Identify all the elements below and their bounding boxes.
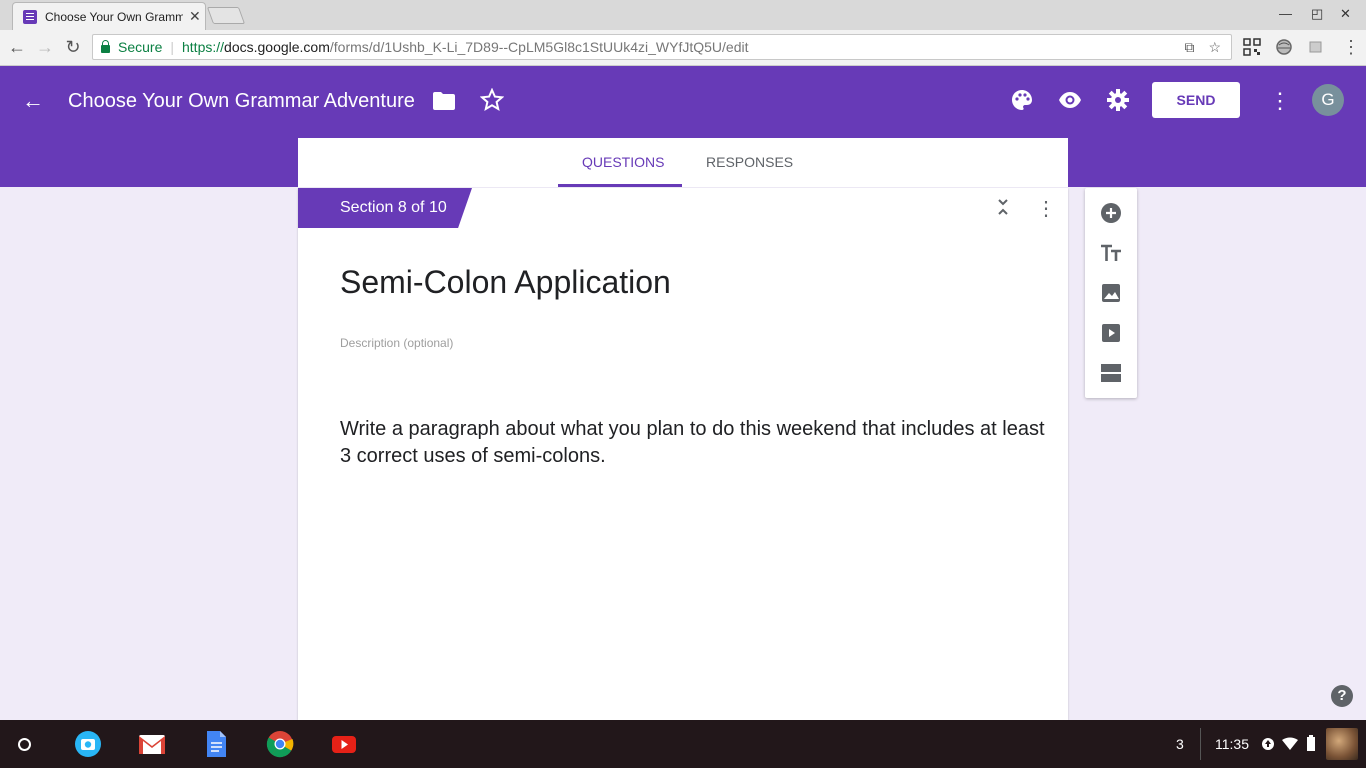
back-arrow-icon[interactable]: ← bbox=[22, 88, 44, 114]
tray-divider bbox=[1200, 728, 1201, 760]
popup-blocked-icon[interactable]: ⧉ bbox=[1185, 39, 1195, 55]
tab-title: Choose Your Own Gramm bbox=[45, 9, 183, 24]
section-card: Section 8 of 10 ⋮ Semi-Colon Application… bbox=[298, 188, 1068, 720]
omnibox-divider: | bbox=[170, 39, 174, 55]
url-domain: docs.google.com bbox=[224, 39, 330, 55]
address-bar[interactable]: Secure | https:// docs.google.com /forms… bbox=[92, 34, 1232, 60]
chrome-menu-icon[interactable]: ⋮ bbox=[1340, 37, 1362, 58]
forms-favicon-icon bbox=[23, 9, 37, 24]
omnibox-actions: ⧉ ☆ bbox=[1185, 39, 1221, 56]
lock-icon bbox=[101, 40, 110, 53]
puzzle-extension-icon[interactable] bbox=[1307, 38, 1325, 56]
bookmark-star-icon[interactable]: ☆ bbox=[1208, 39, 1221, 55]
form-title[interactable]: Choose Your Own Grammar Adventure bbox=[68, 90, 415, 113]
folder-icon[interactable] bbox=[432, 90, 456, 112]
browser-tab[interactable]: Choose Your Own Gramm ✕ bbox=[12, 2, 206, 30]
section-text: Write a paragraph about what you plan to… bbox=[340, 418, 1045, 467]
chrome-icon[interactable] bbox=[266, 730, 294, 758]
add-video-icon[interactable] bbox=[1099, 321, 1123, 345]
secure-label: Secure bbox=[118, 39, 163, 55]
battery-icon bbox=[1307, 735, 1315, 751]
user-avatar[interactable] bbox=[1326, 728, 1358, 760]
add-image-icon[interactable] bbox=[1099, 281, 1123, 305]
add-title-icon[interactable] bbox=[1099, 241, 1123, 265]
star-icon[interactable] bbox=[480, 88, 504, 112]
add-question-icon[interactable] bbox=[1099, 201, 1123, 225]
gmail-icon[interactable] bbox=[138, 730, 166, 758]
section-label: Section 8 of 10 bbox=[298, 188, 472, 228]
docs-icon[interactable] bbox=[202, 730, 230, 758]
preview-eye-icon[interactable] bbox=[1058, 88, 1082, 112]
forward-icon[interactable]: → bbox=[34, 37, 56, 58]
wifi-icon bbox=[1282, 737, 1298, 750]
avatar[interactable]: G bbox=[1312, 84, 1344, 116]
collapse-section-icon[interactable] bbox=[996, 198, 1010, 216]
palette-icon[interactable] bbox=[1010, 88, 1034, 112]
settings-gear-icon[interactable] bbox=[1106, 88, 1130, 112]
add-section-icon[interactable] bbox=[1099, 361, 1123, 385]
active-tab-indicator bbox=[558, 184, 682, 187]
tab-responses[interactable]: RESPONSES bbox=[706, 154, 793, 170]
tab-questions[interactable]: QUESTIONS bbox=[582, 154, 664, 170]
maximize-icon[interactable]: ◰ bbox=[1311, 6, 1323, 22]
more-options-icon[interactable]: ⋮ bbox=[1267, 88, 1293, 114]
section-menu-icon[interactable]: ⋮ bbox=[1036, 196, 1056, 221]
section-title[interactable]: Semi-Colon Application bbox=[340, 264, 671, 301]
form-tabs: QUESTIONS RESPONSES bbox=[298, 138, 1068, 187]
section-description-field[interactable]: Description (optional) bbox=[340, 336, 453, 350]
browser-toolbar: ← → ↻ Secure | https:// docs.google.com … bbox=[0, 30, 1366, 66]
qr-extension-icon[interactable] bbox=[1243, 38, 1261, 56]
url-path: /forms/d/1Ushb_K-Li_7D89--CpLM5Gl8c1StUU… bbox=[329, 39, 749, 55]
clock[interactable]: 11:35 bbox=[1215, 736, 1249, 752]
url-scheme: https:// bbox=[182, 39, 225, 55]
help-button[interactable]: ? bbox=[1331, 685, 1353, 707]
globe-extension-icon[interactable] bbox=[1275, 38, 1293, 56]
new-tab-button[interactable] bbox=[206, 7, 246, 24]
window-close-icon[interactable]: ✕ bbox=[1340, 6, 1351, 22]
back-icon[interactable]: ← bbox=[6, 37, 28, 58]
notification-count[interactable]: 3 bbox=[1176, 736, 1184, 752]
question-toolbar bbox=[1085, 188, 1137, 398]
os-shelf: 3 11:35 bbox=[0, 720, 1366, 768]
browser-tab-strip: Choose Your Own Gramm ✕ — ◰ ✕ bbox=[0, 0, 1366, 30]
tab-close-icon[interactable]: ✕ bbox=[189, 8, 201, 25]
upload-icon bbox=[1262, 738, 1274, 750]
reload-icon[interactable]: ↻ bbox=[62, 37, 84, 58]
youtube-icon[interactable] bbox=[330, 730, 358, 758]
send-button[interactable]: SEND bbox=[1152, 82, 1240, 118]
camera-icon[interactable] bbox=[74, 730, 102, 758]
launcher-icon[interactable] bbox=[18, 738, 31, 751]
minimize-icon[interactable]: — bbox=[1279, 6, 1292, 21]
